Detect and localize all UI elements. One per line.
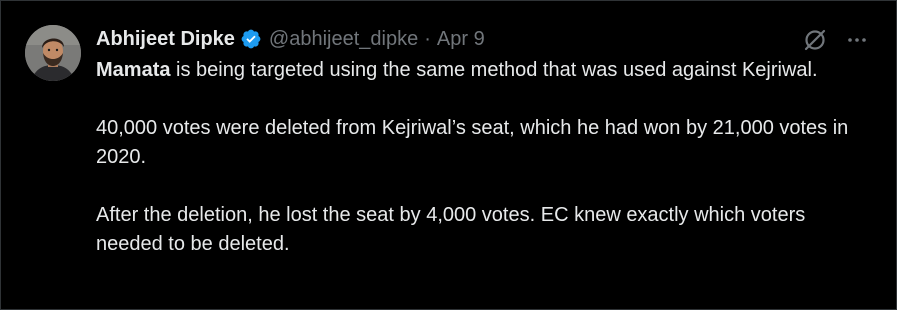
verified-badge-icon (240, 28, 262, 50)
mention-bold-text: Mamata (96, 59, 171, 81)
tweet-paragraph-2: 40,000 votes were deleted from Kejriwal’… (96, 117, 849, 168)
tweet-card[interactable]: Abhijeet Dipke @abhijeet_dipke · Apr 9 M… (0, 0, 897, 310)
tweet-header: Abhijeet Dipke @abhijeet_dipke · Apr 9 (96, 24, 485, 54)
tweet-paragraph-3: After the deletion, he lost the seat by … (96, 204, 806, 255)
tweet-date[interactable]: Apr 9 (437, 28, 485, 51)
author-name[interactable]: Abhijeet Dipke (96, 28, 235, 51)
more-options-icon[interactable] (846, 29, 868, 51)
tweet-paragraph-1: Mamata is being targeted using the same … (96, 56, 866, 85)
tweet-actions (802, 27, 868, 53)
avatar[interactable] (25, 25, 81, 81)
avatar-image (25, 25, 81, 81)
tweet-text: Mamata is being targeted using the same … (96, 56, 866, 259)
separator-dot: · (424, 27, 431, 50)
grok-icon[interactable] (802, 27, 828, 53)
author-handle[interactable]: @abhijeet_dipke (269, 28, 418, 51)
paragraph-1-text: is being targeted using the same method … (170, 59, 818, 81)
